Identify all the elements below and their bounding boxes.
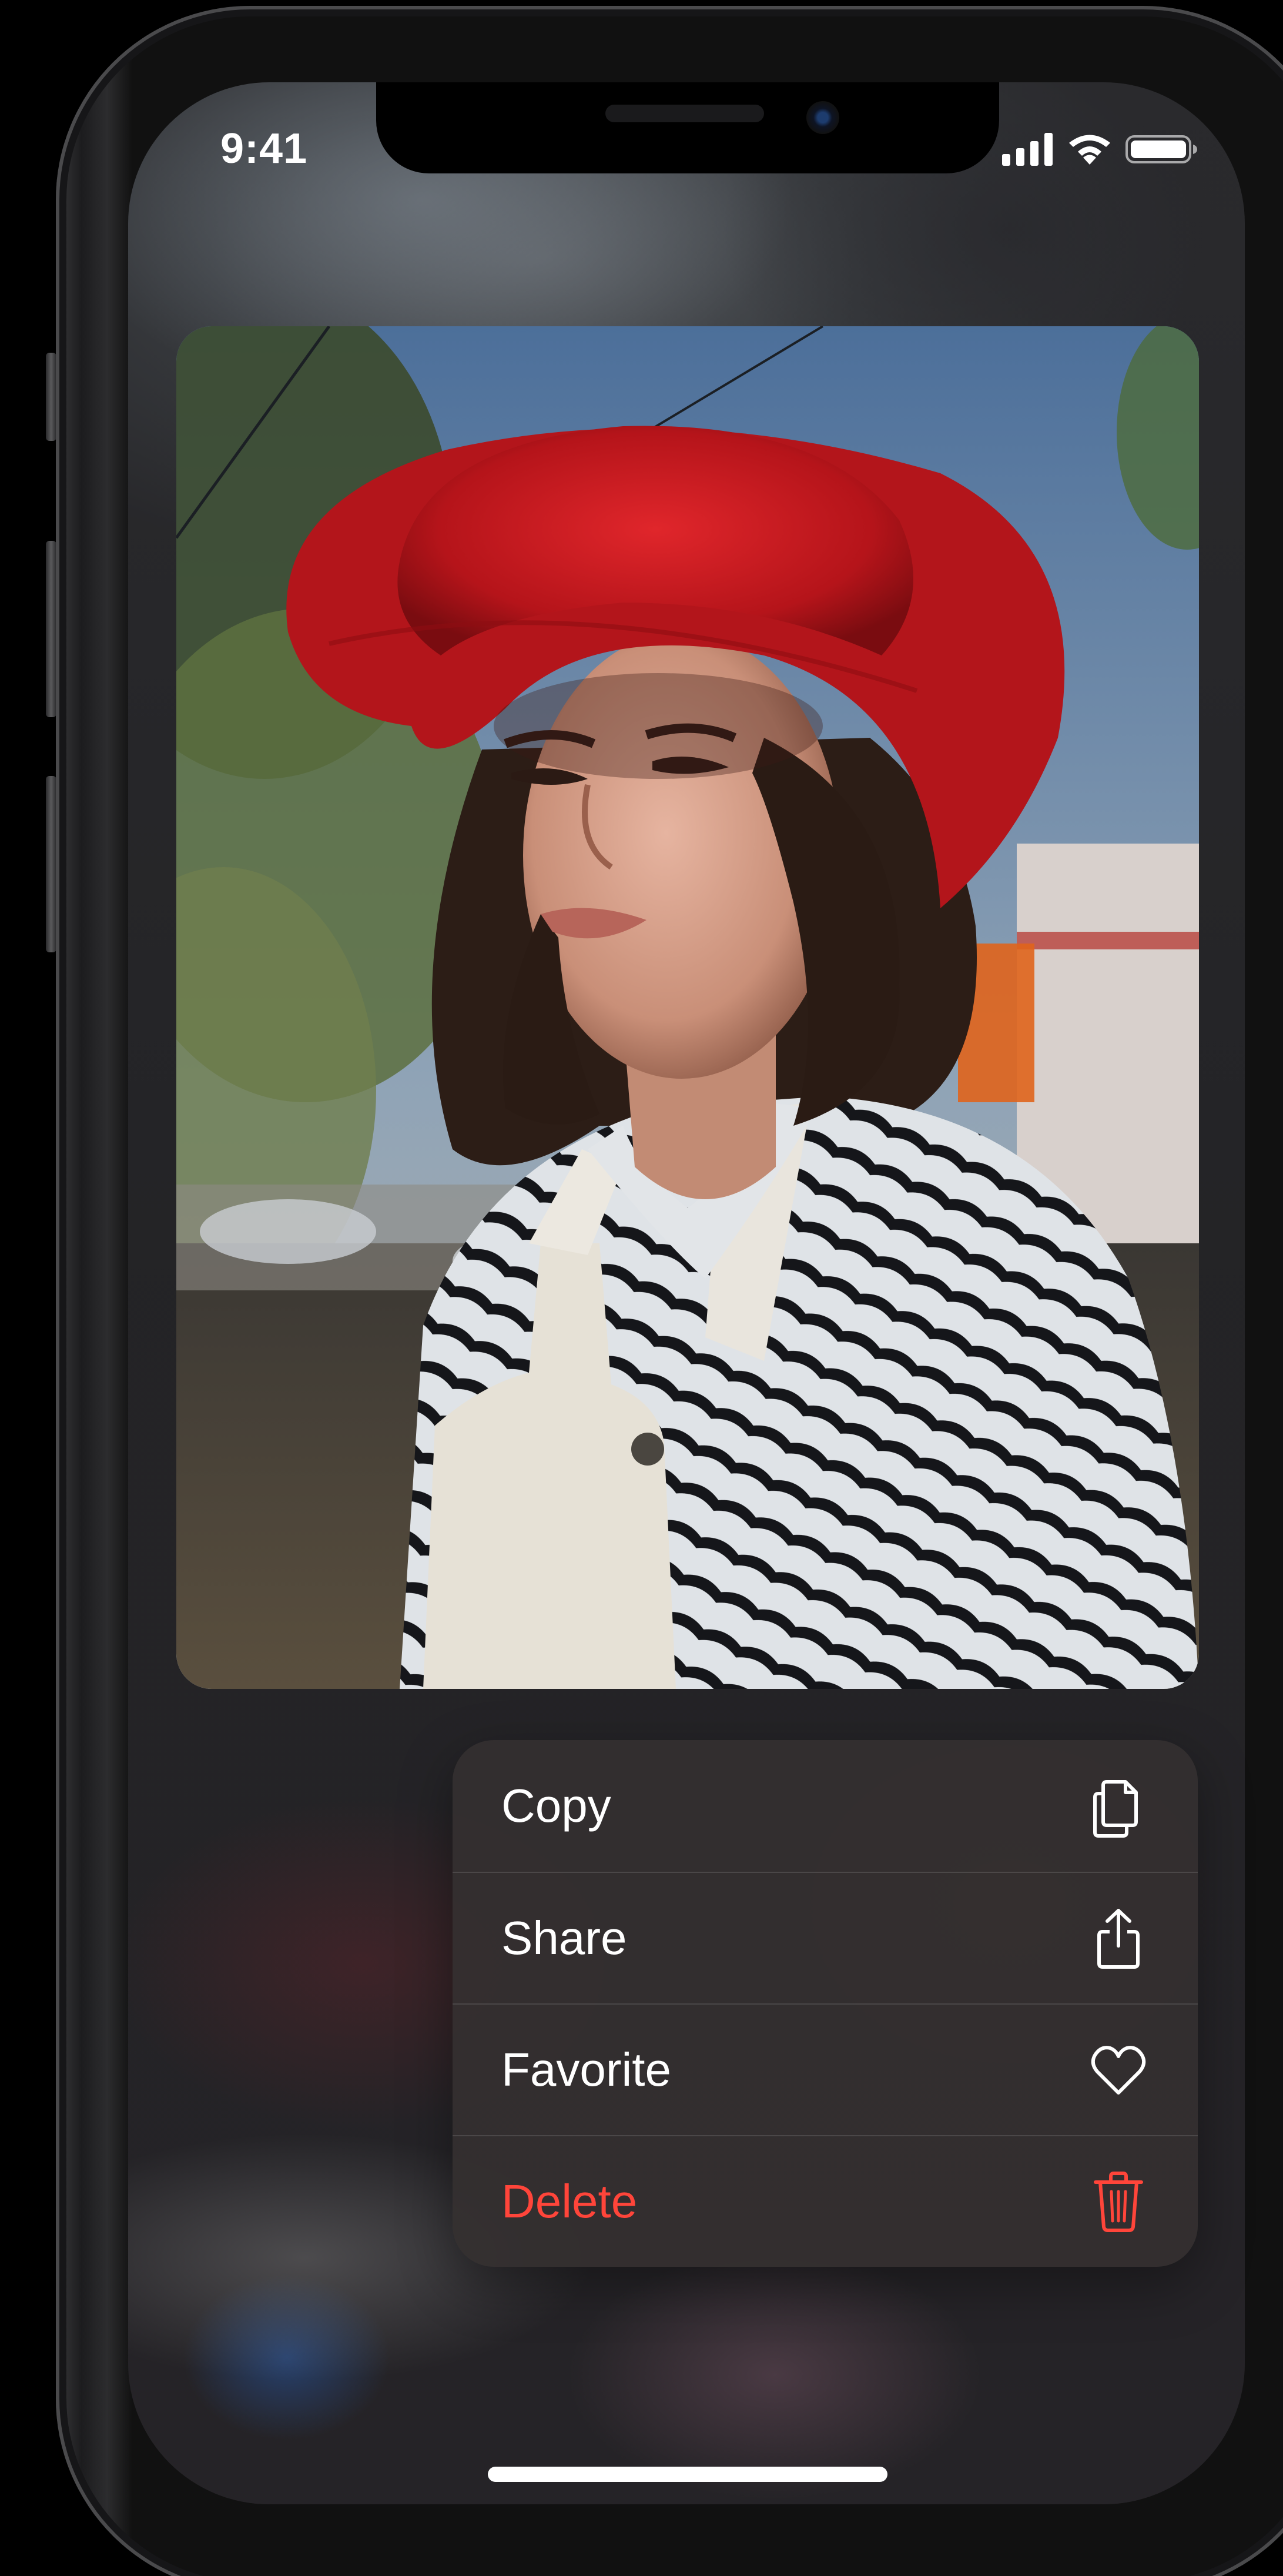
menu-item-copy[interactable]: Copy bbox=[453, 1740, 1198, 1872]
silent-switch bbox=[46, 353, 56, 441]
menu-item-favorite[interactable]: Favorite bbox=[453, 2003, 1198, 2135]
status-time: 9:41 bbox=[220, 125, 308, 172]
context-menu: Copy Share Favorite Delete bbox=[453, 1740, 1198, 2267]
earpiece-speaker bbox=[605, 105, 764, 122]
volume-up-button bbox=[46, 541, 56, 717]
home-indicator[interactable] bbox=[488, 2467, 887, 2482]
cellular-signal-icon bbox=[1002, 133, 1054, 168]
status-icons bbox=[1002, 133, 1198, 168]
share-icon bbox=[1086, 1906, 1151, 1971]
front-camera bbox=[806, 101, 839, 134]
portrait-photo bbox=[176, 326, 1199, 1689]
photo-preview[interactable] bbox=[176, 326, 1199, 1689]
volume-down-button bbox=[46, 776, 56, 952]
notch bbox=[376, 82, 999, 173]
battery-icon bbox=[1125, 133, 1198, 168]
menu-item-label: Delete bbox=[501, 2175, 638, 2227]
menu-item-label: Share bbox=[501, 1912, 627, 1964]
menu-item-delete[interactable]: Delete bbox=[453, 2135, 1198, 2267]
trash-icon bbox=[1086, 2169, 1151, 2234]
heart-icon bbox=[1086, 2038, 1151, 2102]
wifi-icon bbox=[1067, 133, 1113, 168]
device-canvas: 9:41 Copy Share Favorite Delete bbox=[0, 0, 1283, 2576]
menu-item-label: Copy bbox=[501, 1779, 611, 1832]
menu-item-label: Favorite bbox=[501, 2043, 671, 2096]
menu-item-share[interactable]: Share bbox=[453, 1872, 1198, 2003]
copy-icon bbox=[1086, 1774, 1151, 1838]
